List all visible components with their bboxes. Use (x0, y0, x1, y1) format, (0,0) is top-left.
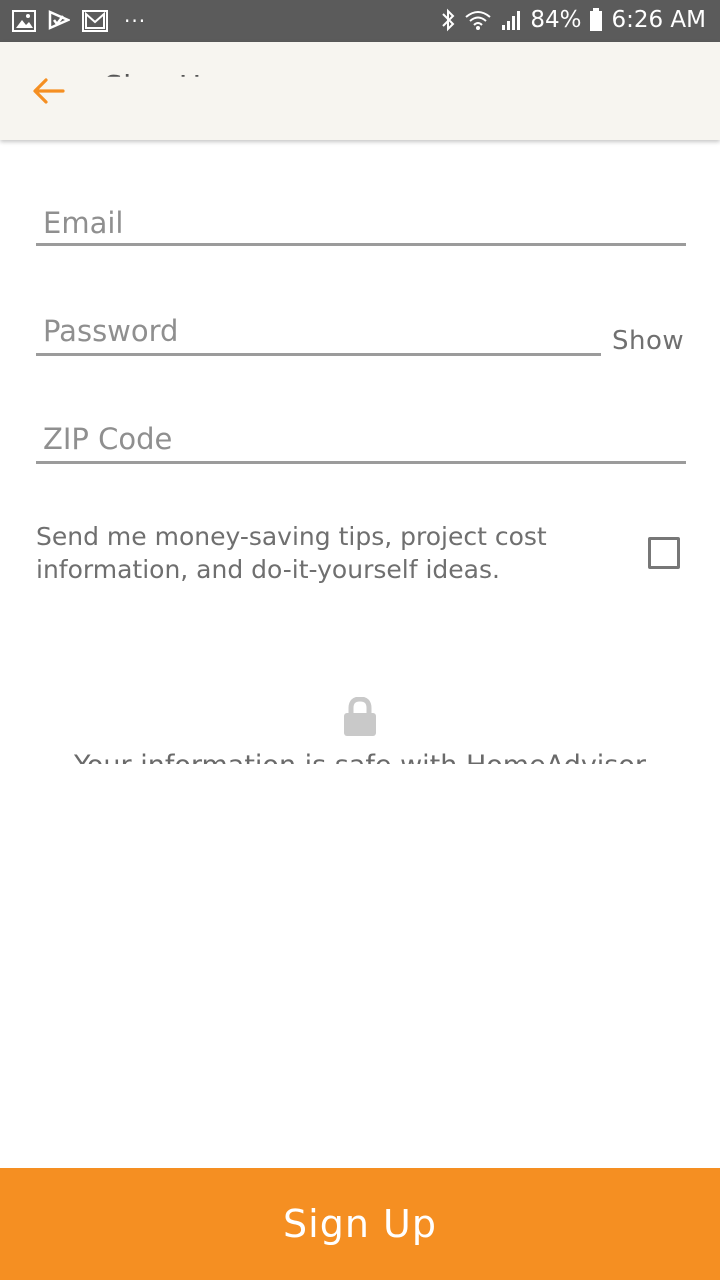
email-field[interactable]: Email (36, 200, 686, 250)
check-flag-icon (48, 10, 70, 32)
password-field[interactable]: Password (36, 308, 601, 358)
battery-icon (589, 8, 603, 32)
status-bar-system: 84% 6:26 AM (440, 7, 706, 33)
gallery-icon (12, 10, 36, 32)
tips-opt-in-label: Send me money-saving tips, project cost … (36, 522, 547, 584)
gmail-icon (82, 10, 108, 32)
status-bar: ··· 84% 6:26 AM (0, 0, 720, 42)
overflow-notifications: ··· (124, 9, 147, 33)
lock-icon (343, 696, 377, 741)
battery-percent: 84% (530, 7, 582, 33)
bluetooth-icon (440, 8, 456, 32)
arrow-left-icon (30, 78, 66, 110)
email-placeholder: Email (43, 206, 124, 240)
zip-code-field[interactable]: ZIP Code (36, 416, 686, 466)
security-note-text: Your information is safe with HomeAdviso… (0, 750, 720, 764)
zip-code-underline (36, 461, 686, 464)
back-button[interactable] (30, 76, 66, 106)
signal-icon (500, 9, 522, 31)
status-bar-notifications: ··· (12, 8, 146, 34)
password-underline (36, 353, 601, 356)
clock: 6:26 AM (611, 7, 706, 33)
app-bar: Sign Up (0, 42, 720, 140)
zip-code-placeholder: ZIP Code (43, 422, 173, 456)
security-note: Your information is safe with HomeAdviso… (0, 744, 720, 764)
wifi-icon (464, 9, 492, 31)
show-password-button[interactable]: Show (612, 326, 684, 356)
tips-opt-in-checkbox[interactable] (648, 537, 680, 569)
sign-up-button[interactable]: Sign Up (0, 1168, 720, 1280)
password-placeholder: Password (43, 314, 179, 348)
email-underline (36, 243, 686, 246)
page-title: Sign Up (104, 70, 220, 105)
